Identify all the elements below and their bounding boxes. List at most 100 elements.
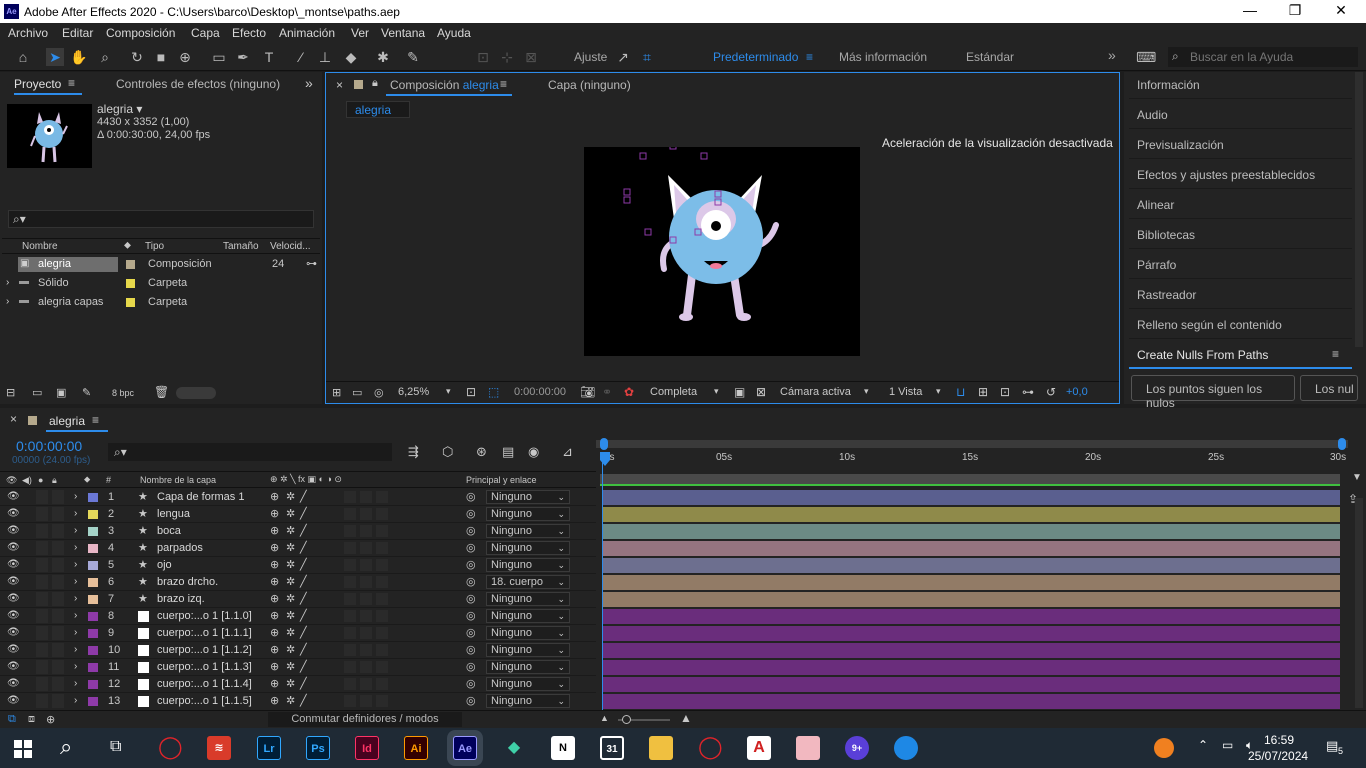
comp-breadcrumb[interactable]: alegria [346, 101, 410, 118]
local-axis-icon[interactable]: ⊡ [474, 48, 492, 66]
tab-timeline[interactable]: alegria [49, 414, 85, 428]
panel-menu-icon[interactable]: ≡ [1332, 347, 1339, 361]
points-follow-nulls-button[interactable]: Los puntos siguen los nulos [1131, 375, 1295, 410]
always-preview-icon[interactable]: ⊞ [332, 386, 341, 399]
menu-composicion[interactable]: Composición [106, 26, 175, 40]
trash-icon[interactable]: 🗑 [154, 385, 169, 399]
blend-switch[interactable] [360, 627, 372, 639]
eye-icon[interactable]: 👁︎ [7, 695, 20, 706]
shy-switch-icon[interactable]: ⊕ [270, 507, 279, 520]
blend-switch[interactable] [360, 491, 372, 503]
adjustment-switch[interactable] [376, 525, 388, 537]
hand-tool-icon[interactable]: ✋ [70, 48, 88, 66]
fx-switch[interactable] [344, 593, 356, 605]
fx-switch[interactable] [344, 644, 356, 656]
item-name[interactable]: alegria ▾ [97, 102, 142, 116]
region-of-interest-icon[interactable]: ▣ [734, 385, 745, 399]
solo-toggle[interactable] [36, 575, 48, 589]
parent-dropdown[interactable]: 18. cuerpo ⌄ [486, 575, 570, 589]
reset-exposure-icon[interactable]: ↺ [1046, 385, 1056, 399]
workspace-estandar[interactable]: Estándar [966, 50, 1014, 64]
shy-switch-icon[interactable]: ⊕ [270, 643, 279, 656]
views-dropdown[interactable]: 1 Vista [889, 386, 922, 398]
panel-rastreador[interactable]: Rastreador [1129, 279, 1352, 309]
blend-switch[interactable] [360, 525, 372, 537]
collapse-switch-icon[interactable]: ✲ [286, 490, 295, 503]
right-panel-scrollbar[interactable] [1355, 72, 1363, 347]
minimize-button[interactable]: — [1240, 2, 1260, 18]
chevron-down-icon[interactable]: ▾ [936, 386, 941, 397]
thumbnail-scroll[interactable] [176, 387, 216, 399]
resolution-dropdown[interactable]: Completa [650, 386, 697, 398]
snapshot-icon[interactable]: 📷︎ [580, 385, 595, 399]
label-swatch[interactable] [88, 493, 98, 502]
layer-duration-bar[interactable] [603, 643, 1340, 658]
layer-name[interactable]: cuerpo:...o 1 [1.1.4] [157, 678, 252, 690]
shy-switch-icon[interactable]: ⊕ [270, 490, 279, 503]
shy-switch-icon[interactable]: ⊕ [270, 558, 279, 571]
vr-icon[interactable]: ◎ [374, 386, 384, 399]
zoom-in-icon[interactable]: ▲ [680, 711, 692, 725]
roto-brush-tool-icon[interactable]: ✱ [374, 48, 392, 66]
chevron-down-icon[interactable]: ▾ [714, 386, 719, 397]
solo-toggle[interactable] [36, 609, 48, 623]
fx-switch[interactable] [344, 695, 356, 707]
panel-menu-icon[interactable]: ≡ [68, 76, 75, 90]
eye-icon[interactable]: 👁︎ [7, 627, 20, 638]
quality-switch-icon[interactable]: ╱ [300, 677, 307, 690]
layer-name[interactable]: ojo [157, 559, 172, 571]
adjustment-switch[interactable] [376, 661, 388, 673]
maximize-button[interactable]: ❐ [1285, 2, 1305, 19]
quality-switch-icon[interactable]: ╱ [300, 694, 307, 707]
shy-switch-icon[interactable]: ⊕ [270, 609, 279, 622]
lock-toggle[interactable] [52, 490, 64, 504]
layer-name[interactable]: cuerpo:...o 1 [1.1.2] [157, 644, 252, 656]
viewer-timecode[interactable]: 0:00:00:00 [514, 386, 566, 398]
eye-icon[interactable]: 👁︎ [7, 491, 20, 502]
draft-3d-icon[interactable]: ⬡ [442, 444, 453, 460]
quality-switch-icon[interactable]: ╱ [300, 507, 307, 520]
fx-switch[interactable] [344, 559, 356, 571]
pick-whip-icon[interactable]: ◎ [466, 541, 476, 554]
panel-alinear[interactable]: Alinear [1129, 189, 1352, 219]
snap-target-icon[interactable]: ⌗ [638, 48, 656, 66]
zoom-dropdown[interactable]: 6,25% [398, 386, 429, 398]
solo-toggle[interactable] [36, 507, 48, 521]
quality-switch-icon[interactable]: ╱ [300, 609, 307, 622]
shy-switch-icon[interactable]: ⊕ [270, 575, 279, 588]
in-out-icon[interactable]: ⊕ [46, 713, 55, 726]
lock-toggle[interactable] [52, 626, 64, 640]
toggle-switches-modes-button[interactable]: Conmutar definidores / modos [268, 712, 462, 727]
label-tag-icon[interactable]: ⬥ [84, 474, 90, 485]
eraser-tool-icon[interactable]: ◆ [342, 48, 360, 66]
expand-arrow-icon[interactable]: › [74, 593, 77, 604]
project-row[interactable]: ▣ alegria Composición 24 ⊶ [2, 255, 320, 274]
layer-duration-bar[interactable] [603, 524, 1340, 539]
work-area-end[interactable] [1338, 438, 1346, 450]
layer-row[interactable]: 👁︎ › 3 ★ boca ⊕ ✲ ╱ ◎ Ninguno ⌄ [0, 523, 596, 540]
pen-tool-icon[interactable]: ✒ [234, 48, 252, 66]
layer-name[interactable]: cuerpo:...o 1 [1.1.0] [157, 610, 252, 622]
adjustment-switch[interactable] [376, 610, 388, 622]
layer-duration-bar[interactable] [603, 677, 1340, 692]
messenger-icon[interactable]: 9+ [845, 736, 869, 760]
layer-row[interactable]: 👁︎ › 11 cuerpo:...o 1 [1.1.3] ⊕ ✲ ╱ ◎ Ninguno ⌄ [0, 659, 596, 676]
parent-dropdown[interactable]: Ninguno ⌄ [486, 490, 570, 504]
layer-duration-bar[interactable] [603, 626, 1340, 641]
camera-tool-icon[interactable]: ■ [152, 48, 170, 66]
parent-dropdown[interactable]: Ninguno ⌄ [486, 592, 570, 606]
blend-switch[interactable] [360, 576, 372, 588]
collapse-switch-icon[interactable]: ✲ [286, 541, 295, 554]
close-tab-button[interactable]: × [10, 412, 17, 426]
shy-switch-icon[interactable]: ⊕ [270, 677, 279, 690]
expand-arrow-icon[interactable]: › [74, 695, 77, 706]
label-swatch[interactable] [88, 680, 98, 689]
view-axis-icon[interactable]: ⊠ [522, 48, 540, 66]
world-axis-icon[interactable]: ⊹ [498, 48, 516, 66]
panel-bibliotecas[interactable]: Bibliotecas [1129, 219, 1352, 249]
panel-efectos[interactable]: Efectos y ajustes preestablecidos [1129, 159, 1352, 189]
task-view-icon[interactable]: ⧉ [110, 738, 121, 756]
parent-dropdown[interactable]: Ninguno ⌄ [486, 524, 570, 538]
collapse-switch-icon[interactable]: ✲ [286, 677, 295, 690]
adjustment-switch[interactable] [376, 678, 388, 690]
